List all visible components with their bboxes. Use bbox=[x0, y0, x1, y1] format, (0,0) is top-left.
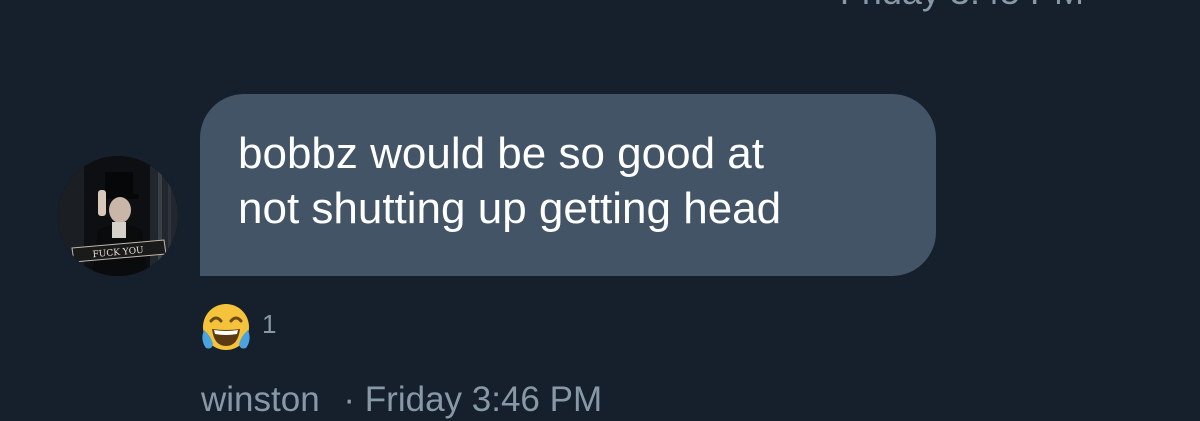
previous-message-meta: Friday 3:45 PM bbox=[840, 0, 1116, 17]
chevron-down-icon[interactable] bbox=[1094, 0, 1116, 5]
message-text-line-2: not shutting up getting head bbox=[238, 184, 782, 233]
meta-separator: · bbox=[343, 380, 356, 419]
previous-message-timestamp: Friday 3:45 PM bbox=[840, 0, 1084, 13]
message-text-line-1: bobbz would be so good at bbox=[238, 129, 764, 178]
reaction-count: 1 bbox=[262, 308, 277, 339]
avatar-image: FUCK YOU bbox=[58, 156, 178, 276]
sender-name[interactable]: winston bbox=[201, 380, 320, 419]
face-with-tears-of-joy-icon bbox=[202, 304, 250, 350]
message-bubble[interactable]: bobbz would be so good at not shutting u… bbox=[200, 94, 936, 276]
message-meta: winston · Friday 3:46 PM bbox=[201, 380, 602, 420]
reaction-pill[interactable]: 1 bbox=[198, 300, 276, 356]
message-timestamp: Friday 3:46 PM bbox=[364, 380, 603, 419]
avatar[interactable]: FUCK YOU bbox=[58, 156, 178, 276]
